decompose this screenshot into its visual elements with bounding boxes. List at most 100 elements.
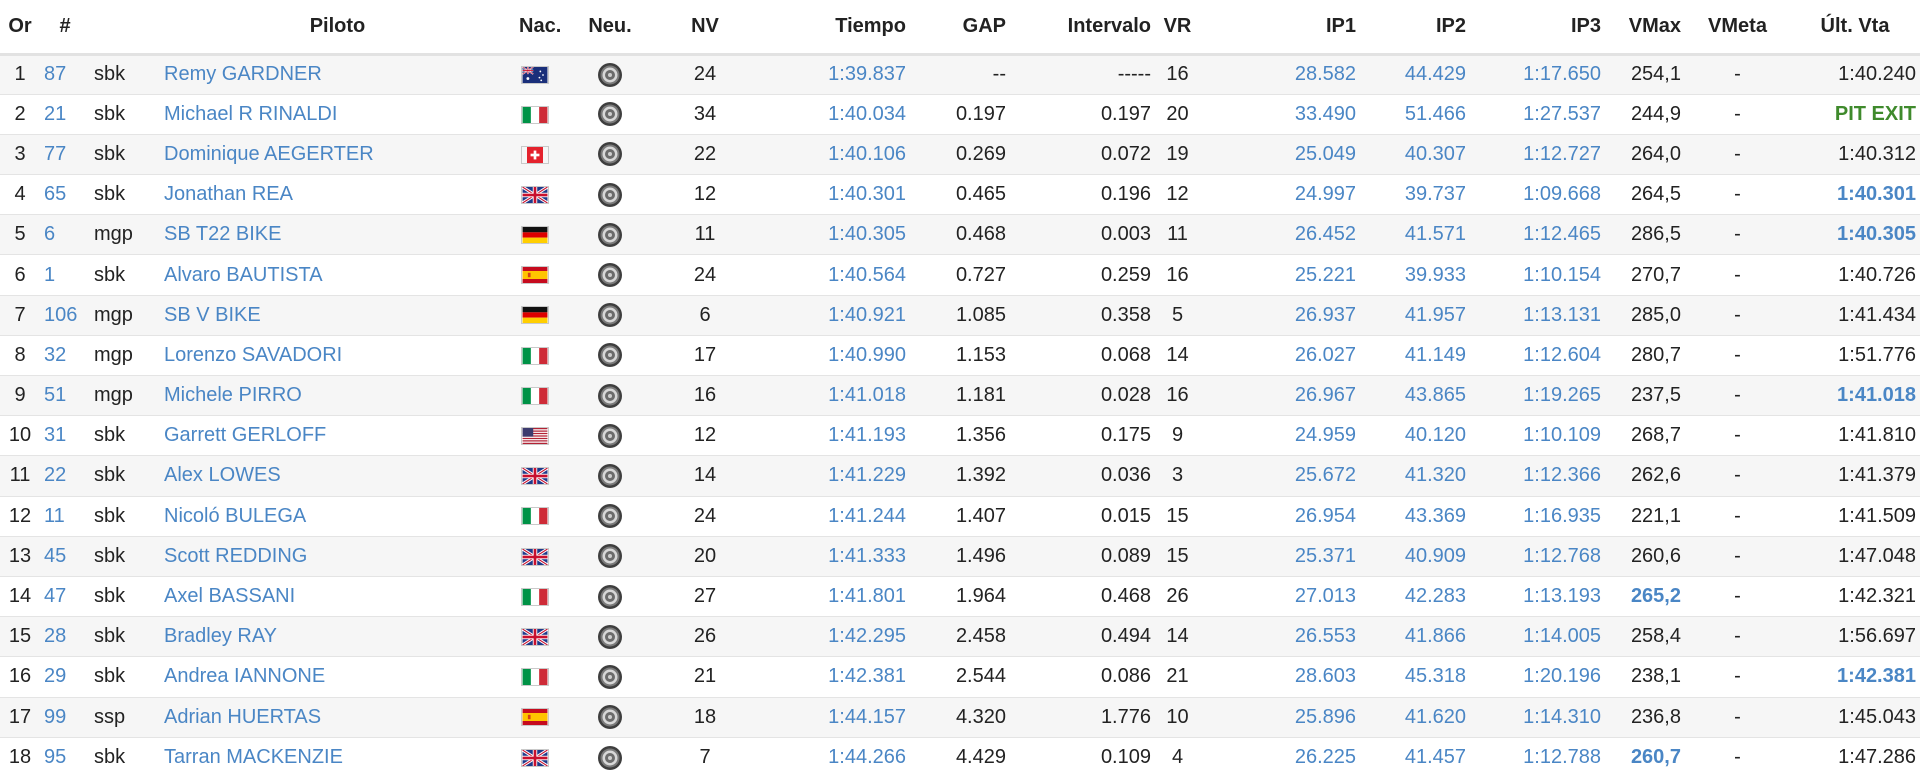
header-tyre[interactable]: Neu. xyxy=(555,0,665,56)
cell-ip2[interactable]: 41.571 xyxy=(1360,214,1470,255)
cell-ip3[interactable]: 1:19.265 xyxy=(1470,374,1605,416)
cell-ip3[interactable]: 1:27.537 xyxy=(1470,93,1605,135)
cell-pilot[interactable]: Alvaro BAUTISTA xyxy=(160,254,515,296)
cell-ip3[interactable]: 1:14.310 xyxy=(1470,696,1605,738)
cell-ip2[interactable]: 44.429 xyxy=(1360,53,1470,95)
cell-ip1[interactable]: 28.582 xyxy=(1200,53,1360,95)
cell-ip3[interactable]: 1:20.196 xyxy=(1470,656,1605,697)
cell-ip2[interactable]: 43.369 xyxy=(1360,495,1470,537)
table-row[interactable]: 15 28 sbk Bradley RAY 26 1:42.295 2.458 0.494 14… xyxy=(0,616,1920,657)
cell-time[interactable]: 1:42.381 xyxy=(745,656,910,697)
cell-ip3[interactable]: 1:09.668 xyxy=(1470,174,1605,215)
cell-ip2[interactable]: 40.909 xyxy=(1360,535,1470,577)
cell-ip3[interactable]: 1:12.768 xyxy=(1470,535,1605,577)
table-row[interactable]: 14 47 sbk Axel BASSANI 27 1:41.801 1.964 0.468 2… xyxy=(0,575,1920,617)
header-ip3[interactable]: IP3 xyxy=(1470,0,1605,56)
cell-num[interactable]: 28 xyxy=(40,616,90,657)
cell-pilot[interactable]: Scott REDDING xyxy=(160,535,515,577)
cell-num[interactable]: 1 xyxy=(40,254,90,296)
cell-pilot[interactable]: Alex LOWES xyxy=(160,455,515,497)
cell-ip3[interactable]: 1:12.465 xyxy=(1470,214,1605,255)
header-interval[interactable]: Intervalo xyxy=(1010,0,1155,56)
table-row[interactable]: 7 106 mgp SB V BIKE 6 1:40.921 1.085 0.358 5 26.9… xyxy=(0,294,1920,336)
table-row[interactable]: 8 32 mgp Lorenzo SAVADORI 17 1:40.990 1.153 0.0… xyxy=(0,334,1920,376)
header-ip1[interactable]: IP1 xyxy=(1200,0,1360,56)
cell-ip1[interactable]: 24.997 xyxy=(1200,174,1360,215)
cell-ip3[interactable]: 1:10.109 xyxy=(1470,415,1605,456)
cell-ip1[interactable]: 25.896 xyxy=(1200,696,1360,738)
header-laps[interactable]: NV xyxy=(665,0,745,56)
header-vmax[interactable]: VMax xyxy=(1605,0,1685,56)
cell-num[interactable]: 106 xyxy=(40,294,90,336)
cell-time[interactable]: 1:41.244 xyxy=(745,495,910,537)
cell-ip2[interactable]: 41.320 xyxy=(1360,455,1470,497)
cell-time[interactable]: 1:41.229 xyxy=(745,455,910,497)
cell-ip1[interactable]: 25.672 xyxy=(1200,455,1360,497)
cell-pilot[interactable]: Michael R RINALDI xyxy=(160,93,515,135)
cell-ip1[interactable]: 26.937 xyxy=(1200,294,1360,336)
cell-num[interactable]: 77 xyxy=(40,133,90,175)
cell-num[interactable]: 22 xyxy=(40,455,90,497)
table-row[interactable]: 13 45 sbk Scott REDDING 20 1:41.333 1.496 0.089… xyxy=(0,535,1920,577)
cell-ip1[interactable]: 26.452 xyxy=(1200,214,1360,255)
cell-pilot[interactable]: Garrett GERLOFF xyxy=(160,415,515,456)
cell-num[interactable]: 11 xyxy=(40,495,90,537)
cell-pilot[interactable]: Axel BASSANI xyxy=(160,575,515,617)
table-row[interactable]: 16 29 sbk Andrea IANNONE 21 1:42.381 2.544 0.08… xyxy=(0,656,1920,697)
cell-num[interactable]: 32 xyxy=(40,334,90,376)
header-pilot[interactable]: Piloto xyxy=(160,0,515,56)
cell-ip2[interactable]: 41.866 xyxy=(1360,616,1470,657)
cell-pilot[interactable]: Remy GARDNER xyxy=(160,53,515,95)
cell-ip2[interactable]: 45.318 xyxy=(1360,656,1470,697)
cell-ip1[interactable]: 25.371 xyxy=(1200,535,1360,577)
cell-num[interactable]: 87 xyxy=(40,53,90,95)
cell-ip1[interactable]: 28.603 xyxy=(1200,656,1360,697)
cell-pilot[interactable]: Nicoló BULEGA xyxy=(160,495,515,537)
cell-ip2[interactable]: 41.957 xyxy=(1360,294,1470,336)
cell-ip1[interactable]: 25.049 xyxy=(1200,133,1360,175)
cell-pilot[interactable]: Bradley RAY xyxy=(160,616,515,657)
table-row[interactable]: 11 22 sbk Alex LOWES 14 1:41.229 1.392 0.036 3 25… xyxy=(0,455,1920,497)
cell-time[interactable]: 1:40.921 xyxy=(745,294,910,336)
cell-ip3[interactable]: 1:14.005 xyxy=(1470,616,1605,657)
cell-time[interactable]: 1:40.990 xyxy=(745,334,910,376)
header-pos[interactable]: Or xyxy=(0,0,40,56)
cell-num[interactable]: 45 xyxy=(40,535,90,577)
cell-ip3[interactable]: 1:12.727 xyxy=(1470,133,1605,175)
header-vmeta[interactable]: VMeta xyxy=(1685,0,1790,56)
cell-time[interactable]: 1:40.305 xyxy=(745,214,910,255)
cell-ip1[interactable]: 24.959 xyxy=(1200,415,1360,456)
cell-num[interactable]: 31 xyxy=(40,415,90,456)
cell-time[interactable]: 1:40.034 xyxy=(745,93,910,135)
cell-ip2[interactable]: 41.620 xyxy=(1360,696,1470,738)
cell-time[interactable]: 1:41.193 xyxy=(745,415,910,456)
cell-pilot[interactable]: Tarran MACKENZIE xyxy=(160,736,515,776)
cell-ip1[interactable]: 26.954 xyxy=(1200,495,1360,537)
cell-pilot[interactable]: SB V BIKE xyxy=(160,294,515,336)
table-row[interactable]: 3 77 sbk Dominique AEGERTER 22 1:40.106 0.269 0… xyxy=(0,133,1920,175)
table-row[interactable]: 12 11 sbk Nicoló BULEGA 24 1:41.244 1.407 0.015… xyxy=(0,495,1920,537)
header-ip2[interactable]: IP2 xyxy=(1360,0,1470,56)
cell-pilot[interactable]: Dominique AEGERTER xyxy=(160,133,515,175)
cell-num[interactable]: 47 xyxy=(40,575,90,617)
cell-ip2[interactable]: 40.307 xyxy=(1360,133,1470,175)
cell-ip2[interactable]: 41.149 xyxy=(1360,334,1470,376)
cell-time[interactable]: 1:42.295 xyxy=(745,616,910,657)
cell-ip3[interactable]: 1:13.131 xyxy=(1470,294,1605,336)
cell-time[interactable]: 1:40.564 xyxy=(745,254,910,296)
cell-time[interactable]: 1:41.018 xyxy=(745,374,910,416)
header-vr[interactable]: VR xyxy=(1155,0,1200,56)
table-row[interactable]: 9 51 mgp Michele PIRRO 16 1:41.018 1.181 0.028 1… xyxy=(0,374,1920,416)
cell-ip2[interactable]: 39.933 xyxy=(1360,254,1470,296)
cell-pilot[interactable]: Michele PIRRO xyxy=(160,374,515,416)
cell-ip2[interactable]: 43.865 xyxy=(1360,374,1470,416)
table-row[interactable]: 18 95 sbk Tarran MACKENZIE 7 1:44.266 4.429 0.1… xyxy=(0,736,1920,776)
cell-num[interactable]: 21 xyxy=(40,93,90,135)
cell-pilot[interactable]: Jonathan REA xyxy=(160,174,515,215)
cell-num[interactable]: 99 xyxy=(40,696,90,738)
cell-ip1[interactable]: 26.967 xyxy=(1200,374,1360,416)
table-row[interactable]: 17 99 ssp Adrian HUERTAS 18 1:44.157 4.320 1.77… xyxy=(0,696,1920,738)
table-row[interactable]: 4 65 sbk Jonathan REA 12 1:40.301 0.465 0.196 12… xyxy=(0,174,1920,215)
header-time[interactable]: Tiempo xyxy=(745,0,910,56)
cell-ip3[interactable]: 1:12.604 xyxy=(1470,334,1605,376)
